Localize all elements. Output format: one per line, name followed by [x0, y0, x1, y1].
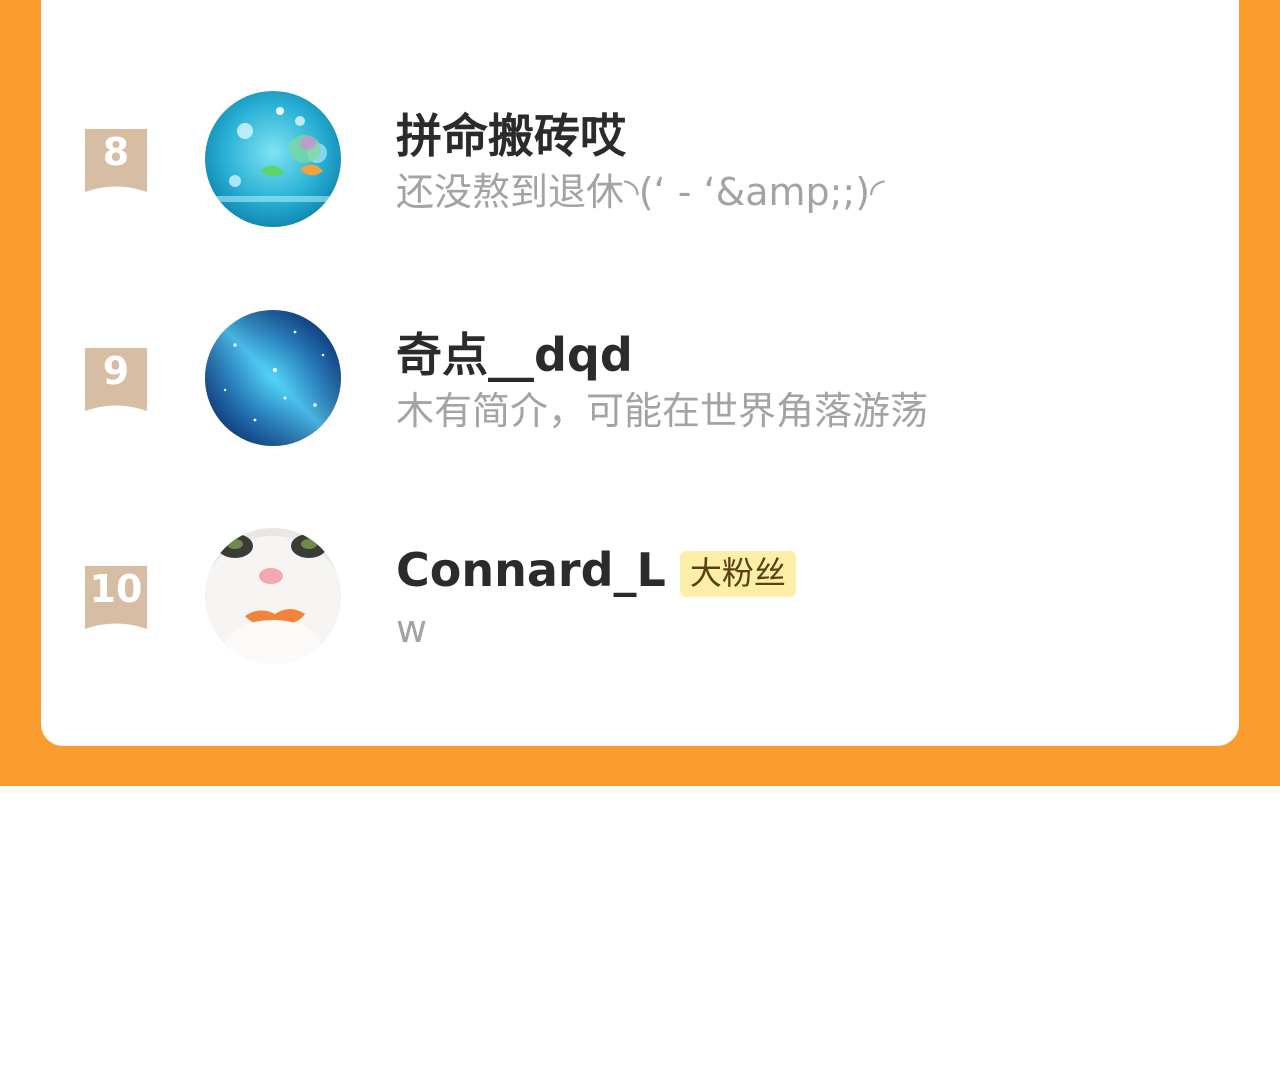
fan-ranking-card: 8 拼命搬砖哎 还没熬到退休◝(ʻ - ʻ&amp;;)◜ 9 奇点__dqd …: [41, 0, 1239, 746]
user-name[interactable]: 奇点__dqd: [396, 319, 633, 385]
avatar[interactable]: [205, 91, 341, 227]
user-bio: 木有简介，可能在世界角落游荡: [396, 389, 929, 433]
ranking-row-9[interactable]: 9 奇点__dqd 木有简介，可能在世界角落游荡: [41, 295, 1239, 446]
fan-level-badge: 大粉丝: [679, 551, 796, 597]
avatar[interactable]: [205, 528, 341, 664]
rank-number: 8: [102, 130, 130, 174]
name-line: Connard_L 大粉丝: [396, 540, 796, 600]
avatar[interactable]: [205, 310, 341, 446]
rank-number: 10: [89, 567, 143, 611]
ocean-bubbles-avatar-icon: [205, 91, 341, 227]
rank-badge: 9: [85, 348, 147, 411]
name-line: 拼命搬砖哎: [396, 103, 626, 163]
ranking-row-10[interactable]: 10 Connard_L 大粉丝 w: [41, 513, 1239, 664]
rank-number: 9: [102, 349, 130, 393]
cat-avatar-icon: [205, 528, 341, 664]
user-name[interactable]: 拼命搬砖哎: [396, 100, 626, 166]
rank-badge: 8: [85, 129, 147, 192]
user-name[interactable]: Connard_L: [396, 543, 666, 597]
ranking-row-8[interactable]: 8 拼命搬砖哎 还没熬到退休◝(ʻ - ʻ&amp;;)◜: [41, 76, 1239, 227]
user-bio: w: [396, 607, 428, 651]
galaxy-avatar-icon: [205, 310, 341, 446]
user-bio: 还没熬到退休◝(ʻ - ʻ&amp;;)◜: [396, 170, 885, 214]
rank-badge: 10: [85, 566, 147, 629]
name-line: 奇点__dqd: [396, 322, 633, 382]
